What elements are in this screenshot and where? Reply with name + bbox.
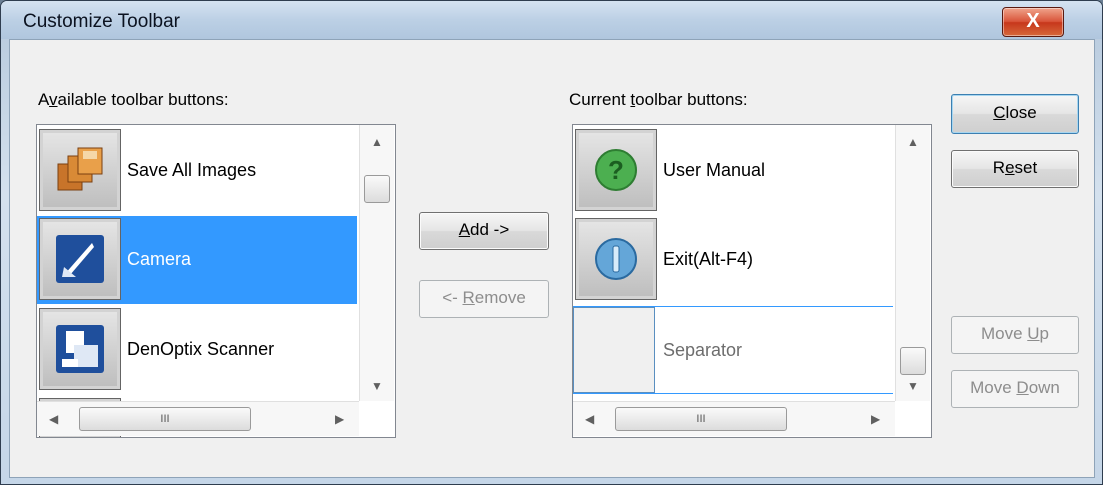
scroll-thumb[interactable]: III xyxy=(79,407,251,431)
scroll-right-arrow-icon[interactable]: ▶ xyxy=(335,412,344,426)
camera-icon xyxy=(39,218,121,300)
list-item-separator[interactable]: Separator xyxy=(573,306,893,394)
remove-button[interactable]: <- Remove xyxy=(419,280,549,318)
move-down-button[interactable]: Move Down xyxy=(951,370,1079,408)
list-item-denoptix-scanner[interactable]: DenOptix Scanner xyxy=(37,306,357,394)
current-horizontal-scrollbar[interactable]: ◀ III ▶ xyxy=(573,401,895,436)
exit-icon xyxy=(575,218,657,300)
available-buttons-label: Available toolbar buttons: xyxy=(38,90,229,109)
help-icon: ? xyxy=(575,129,657,211)
list-item-label: Save All Images xyxy=(127,160,257,180)
scroll-down-arrow-icon[interactable]: ▼ xyxy=(907,379,919,393)
add-button[interactable]: Add -> xyxy=(419,212,549,250)
title-bar[interactable]: Customize Toolbar X xyxy=(1,1,1102,39)
scroll-up-arrow-icon[interactable]: ▲ xyxy=(371,135,383,149)
list-item-label: User Manual xyxy=(663,160,766,180)
list-item-label: DenOptix Scanner xyxy=(127,339,275,359)
close-button[interactable]: Close xyxy=(951,94,1079,134)
save-all-images-icon xyxy=(39,129,121,211)
scroll-up-arrow-icon[interactable]: ▲ xyxy=(907,135,919,149)
available-buttons-list[interactable]: Save All Images Camera DenOptix Scanner … xyxy=(36,124,396,438)
available-horizontal-scrollbar[interactable]: ◀ III ▶ xyxy=(37,401,359,436)
list-item-label: Exit(Alt-F4) xyxy=(663,249,753,269)
scroll-left-arrow-icon[interactable]: ◀ xyxy=(585,412,594,426)
scanner-icon xyxy=(39,308,121,390)
list-item-camera[interactable]: Camera xyxy=(37,216,357,304)
scroll-left-arrow-icon[interactable]: ◀ xyxy=(49,412,58,426)
customize-toolbar-dialog: Customize Toolbar X Available toolbar bu… xyxy=(0,0,1103,485)
dialog-body: Available toolbar buttons: Save All Imag… xyxy=(9,39,1095,478)
current-buttons-list[interactable]: ? User Manual Exit(Alt-F4) Separator ▲ ▼ xyxy=(572,124,932,438)
scroll-thumb[interactable] xyxy=(364,175,390,203)
scroll-down-arrow-icon[interactable]: ▼ xyxy=(371,379,383,393)
list-item-user-manual[interactable]: ? User Manual xyxy=(573,127,893,215)
window-title: Customize Toolbar xyxy=(23,11,181,32)
scroll-thumb[interactable] xyxy=(900,347,926,375)
list-item-label: Camera xyxy=(127,249,192,269)
close-window-button[interactable]: X xyxy=(1002,7,1064,37)
current-buttons-label: Current toolbar buttons: xyxy=(569,90,748,109)
list-item-label: Separator xyxy=(663,340,743,360)
move-up-button[interactable]: Move Up xyxy=(951,316,1079,354)
available-vertical-scrollbar[interactable]: ▲ ▼ xyxy=(359,125,394,401)
list-item-save-all-images[interactable]: Save All Images xyxy=(37,127,357,215)
current-vertical-scrollbar[interactable]: ▲ ▼ xyxy=(895,125,930,401)
scroll-right-arrow-icon[interactable]: ▶ xyxy=(871,412,880,426)
scroll-thumb[interactable]: III xyxy=(615,407,787,431)
list-item-exit[interactable]: Exit(Alt-F4) xyxy=(573,216,893,304)
separator-placeholder xyxy=(573,307,655,393)
reset-button[interactable]: Reset xyxy=(951,150,1079,188)
svg-text:?: ? xyxy=(608,155,624,185)
